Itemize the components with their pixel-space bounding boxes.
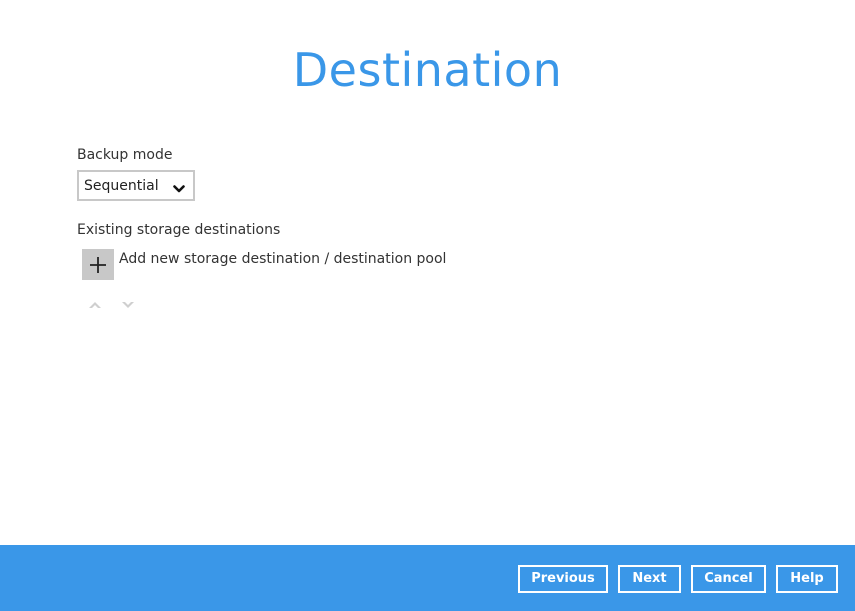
footer-bar: Previous Next Cancel Help (0, 545, 855, 611)
chevron-down-icon (173, 180, 185, 193)
page-title: Destination (292, 43, 563, 97)
add-destination-label: Add new storage destination / destinatio… (119, 251, 447, 267)
backup-mode-select[interactable]: Sequential (77, 170, 195, 201)
help-button[interactable]: Help (776, 565, 838, 593)
existing-destinations-label: Existing storage destinations (77, 222, 281, 238)
backup-mode-label: Backup mode (77, 147, 173, 163)
previous-button[interactable]: Previous (518, 565, 608, 593)
cancel-button[interactable]: Cancel (691, 565, 766, 593)
add-destination-button[interactable]: Add new storage destination / destinatio… (82, 249, 446, 281)
backup-mode-value: Sequential (84, 178, 159, 194)
destination-page: Destination Backup mode Sequential Exist… (0, 0, 855, 611)
move-down-icon[interactable] (120, 297, 136, 311)
next-button[interactable]: Next (618, 565, 681, 593)
plus-icon (82, 249, 114, 280)
move-up-icon[interactable] (87, 297, 103, 311)
